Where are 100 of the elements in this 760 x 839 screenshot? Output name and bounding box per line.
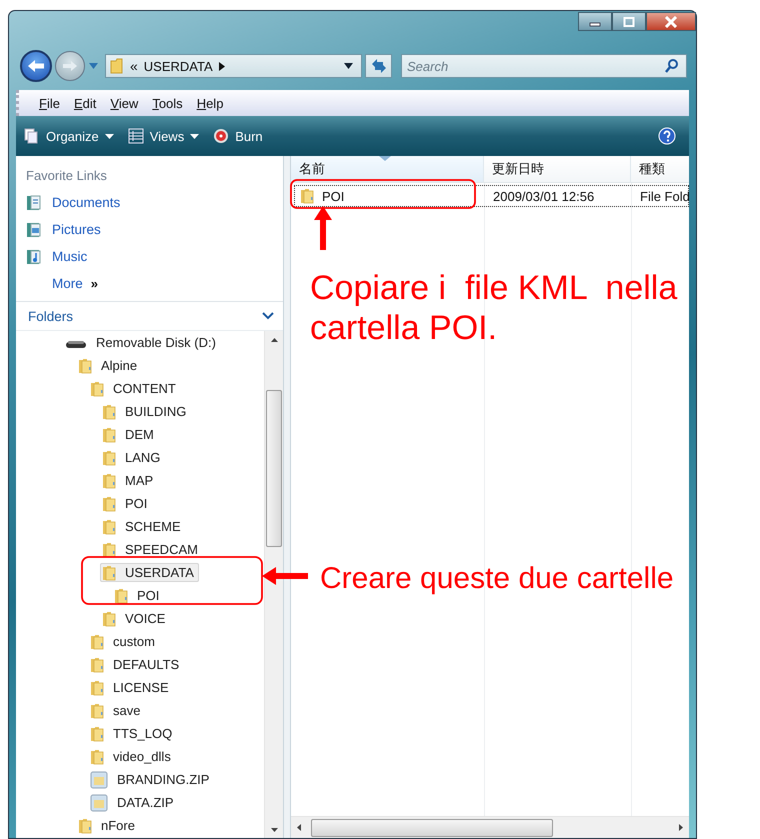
more-chevron[interactable]: » <box>90 276 98 291</box>
tree-item[interactable]: video_dlls <box>88 747 176 766</box>
zip-file-icon <box>90 794 108 812</box>
menu-item[interactable]: Tools <box>146 94 189 112</box>
toolbar-button[interactable]: Burn <box>213 128 263 144</box>
down-arrow-icon[interactable] <box>270 828 278 832</box>
folder-icon <box>90 634 104 650</box>
folder-icon <box>102 426 116 442</box>
tree-item[interactable]: USERDATA <box>100 563 199 582</box>
grid-icon <box>128 128 144 144</box>
tree-item[interactable]: TTS_LOQ <box>88 724 178 743</box>
tree-item[interactable]: DATA.ZIP <box>88 793 179 812</box>
tree-item[interactable]: POI <box>112 586 164 605</box>
right-arrow-icon <box>61 59 79 73</box>
tree-item[interactable]: save <box>88 701 146 720</box>
section-heading: Folders <box>28 308 74 324</box>
tree-item[interactable]: nFore <box>76 816 140 835</box>
folder-icon <box>78 358 92 374</box>
table-cell: 2009/03/01 12:56 <box>493 188 594 204</box>
scrollbar[interactable] <box>264 331 283 838</box>
search-field[interactable]: Search <box>407 58 665 74</box>
table-cell: POI <box>322 188 344 204</box>
dropdown-arrow-icon[interactable] <box>344 63 353 69</box>
column-header[interactable]: 更新日時 <box>484 156 631 182</box>
minimize-button[interactable] <box>578 12 612 31</box>
file-row[interactable]: POI 2009/03/01 12:56 File Fold <box>294 185 689 207</box>
folder-icon <box>90 726 104 742</box>
folder-icon <box>114 588 128 604</box>
folder-icon <box>110 58 124 74</box>
forward-button[interactable] <box>55 51 85 81</box>
annotation-arrow <box>262 567 308 585</box>
music-icon <box>26 248 42 266</box>
tree-item[interactable]: DEM <box>100 425 159 444</box>
maximize-button[interactable] <box>612 12 646 31</box>
close-button[interactable] <box>646 12 696 31</box>
annotation-text: Creare queste due cartelle <box>320 562 674 596</box>
caret-icon <box>104 134 114 138</box>
annotation-text: Copiare i file KML nella cartella POI. <box>310 268 678 348</box>
tree-item[interactable]: Alpine <box>76 356 142 375</box>
tree-item[interactable]: LICENSE <box>88 678 174 697</box>
folder-icon <box>78 818 92 834</box>
scrollbar[interactable] <box>291 816 689 838</box>
folder-icon <box>90 680 104 696</box>
menu-item[interactable]: View <box>104 94 144 112</box>
tree-item[interactable]: DEFAULTS <box>88 655 184 674</box>
tree-item[interactable]: Removable Disk (D:) <box>63 333 221 352</box>
column-header[interactable]: 種類 <box>631 156 689 182</box>
folder-icon <box>90 656 104 672</box>
folder-icon <box>102 450 116 466</box>
chevron-icon[interactable] <box>262 312 274 320</box>
column-header[interactable]: 名前 <box>291 156 484 182</box>
folder-icon <box>90 748 104 764</box>
refresh-button[interactable] <box>365 54 392 78</box>
favorite-link[interactable]: Documents <box>52 195 120 210</box>
right-arrow-icon[interactable] <box>679 824 683 831</box>
toolbar-button[interactable]: Organize <box>24 128 114 144</box>
close-icon <box>664 16 678 28</box>
disc-icon <box>213 128 230 144</box>
tree-item[interactable]: MAP <box>100 471 158 490</box>
folder-icon <box>102 610 116 626</box>
folder-icon <box>102 496 116 512</box>
tree-item[interactable]: BUILDING <box>100 402 192 421</box>
folder-icon <box>90 702 104 718</box>
search-icon <box>665 59 678 73</box>
tree-item[interactable]: custom <box>88 632 160 651</box>
help-icon[interactable] <box>658 127 676 145</box>
tree-item[interactable]: BRANDING.ZIP <box>88 770 214 789</box>
left-arrow-icon[interactable] <box>297 824 301 831</box>
folder-icon <box>102 518 116 534</box>
folder-icon <box>102 472 116 488</box>
menu-item[interactable]: Edit <box>68 94 102 112</box>
table-cell: File Fold <box>640 188 689 204</box>
menu-item[interactable]: Help <box>190 94 230 112</box>
favorite-link[interactable]: Pictures <box>52 222 101 237</box>
maximize-icon <box>623 16 635 26</box>
caret-icon <box>190 134 200 138</box>
tree-item[interactable]: CONTENT <box>88 379 181 398</box>
pages-icon <box>24 128 40 144</box>
favorite-link[interactable]: Music <box>52 249 88 264</box>
tree-item[interactable]: SPEEDCAM <box>100 540 203 559</box>
favorite-link[interactable]: More <box>52 276 83 291</box>
picture-icon <box>26 220 42 238</box>
menu-item[interactable]: File <box>33 94 66 112</box>
tree-item[interactable]: POI <box>100 494 152 513</box>
folder-icon <box>102 564 116 580</box>
folder-icon <box>300 188 314 204</box>
tree-item[interactable]: SCHEME <box>100 517 186 536</box>
left-arrow-icon <box>26 58 46 74</box>
up-arrow-icon[interactable] <box>270 338 278 342</box>
refresh-icon <box>370 58 388 74</box>
address-bar[interactable]: « USERDATA <box>105 54 362 78</box>
chevron-right-icon[interactable] <box>218 62 225 70</box>
search-field[interactable]: Search <box>401 54 687 78</box>
section-heading: Favorite Links <box>26 168 108 183</box>
back-button[interactable] <box>20 50 52 82</box>
tree-item[interactable]: VOICE <box>100 609 170 628</box>
toolbar-button[interactable]: Views <box>128 128 200 144</box>
sort-arrow-icon <box>379 156 391 161</box>
tree-item[interactable]: LANG <box>100 448 166 467</box>
annotation-arrow <box>314 206 332 250</box>
